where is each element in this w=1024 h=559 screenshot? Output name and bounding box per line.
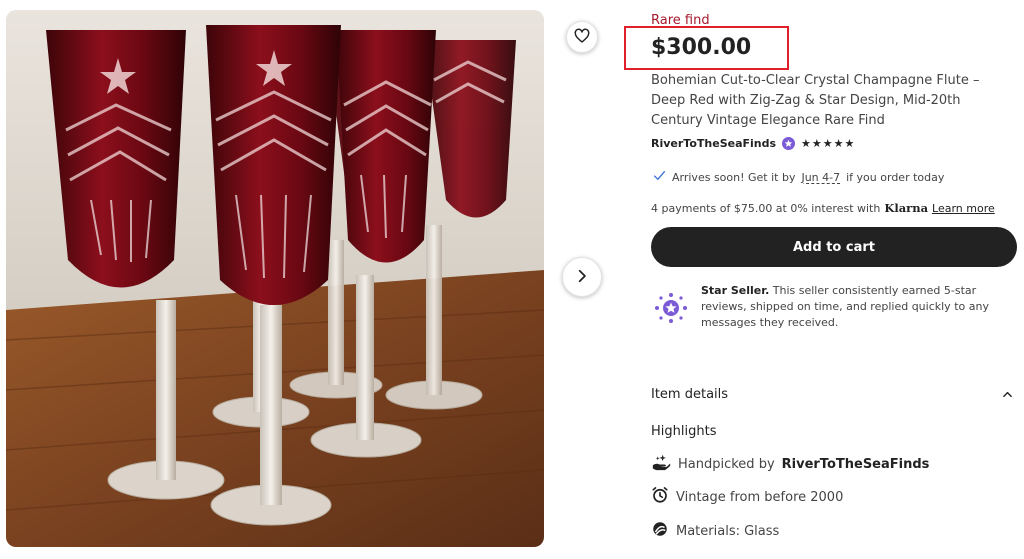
star-icon: ★	[822, 137, 833, 150]
star-seller-badge-icon	[782, 137, 796, 150]
chevron-right-icon	[575, 269, 589, 286]
favorite-button[interactable]	[566, 21, 598, 53]
handpicked-shop-link[interactable]: RiverToTheSeaFinds	[782, 457, 930, 472]
highlight-vintage: Vintage from before 2000	[651, 486, 843, 508]
hand-sparkle-icon	[651, 453, 671, 475]
materials-icon	[651, 520, 669, 542]
item-details-toggle[interactable]: Item details	[651, 385, 1013, 404]
product-title: Bohemian Cut-to-Clear Crystal Champagne …	[651, 73, 980, 128]
item-details-title: Item details	[651, 387, 729, 402]
product-image[interactable]	[6, 10, 544, 547]
vintage-text: Vintage from before 2000	[676, 489, 844, 505]
klarna-logo: Klarna	[884, 201, 929, 215]
star-seller-icon	[651, 288, 691, 328]
star-icon: ★	[801, 137, 811, 150]
highlight-materials: Materials: Glass	[651, 520, 779, 542]
learn-more-link[interactable]: Learn more	[932, 202, 995, 215]
shop-row: RiverToTheSeaFinds ★ ★ ★ ★ ★	[651, 137, 854, 150]
highlight-handpicked: Handpicked by RiverToTheSeaFinds	[651, 453, 929, 475]
chevron-up-icon	[1002, 385, 1013, 404]
star-seller-title: Star Seller.	[701, 284, 770, 297]
next-image-button[interactable]	[562, 257, 602, 297]
star-seller-info: Star Seller. This seller consistently ea…	[651, 283, 1021, 331]
shipping-prefix: Arrives soon! Get it by	[672, 170, 796, 184]
shipping-suffix: if you order today	[846, 170, 945, 184]
rating-stars[interactable]: ★ ★ ★ ★ ★	[801, 138, 854, 149]
star-icon: ★	[811, 137, 822, 150]
installment-text: 4 payments of $75.00 at 0% interest with	[651, 201, 881, 215]
handpicked-prefix: Handpicked by	[678, 456, 775, 472]
add-to-cart-button[interactable]: Add to cart	[651, 227, 1017, 267]
materials-text: Materials: Glass	[676, 523, 780, 539]
highlights-heading: Highlights	[651, 424, 717, 439]
shipping-estimate: Arrives soon! Get it by Jun 4-7 if you o…	[653, 169, 944, 185]
delivery-date[interactable]: Jun 4-7	[801, 171, 840, 184]
star-icon: ★	[844, 137, 855, 150]
price: $300.00	[651, 35, 752, 60]
check-icon	[653, 169, 666, 185]
star-icon: ★	[833, 137, 844, 150]
star-seller-description: Star Seller. This seller consistently ea…	[701, 283, 1021, 331]
alarm-clock-icon	[651, 486, 669, 508]
klarna-payment-info: 4 payments of $75.00 at 0% interest with…	[651, 201, 995, 215]
shop-name-link[interactable]: RiverToTheSeaFinds	[651, 137, 776, 150]
heart-icon	[574, 28, 590, 47]
